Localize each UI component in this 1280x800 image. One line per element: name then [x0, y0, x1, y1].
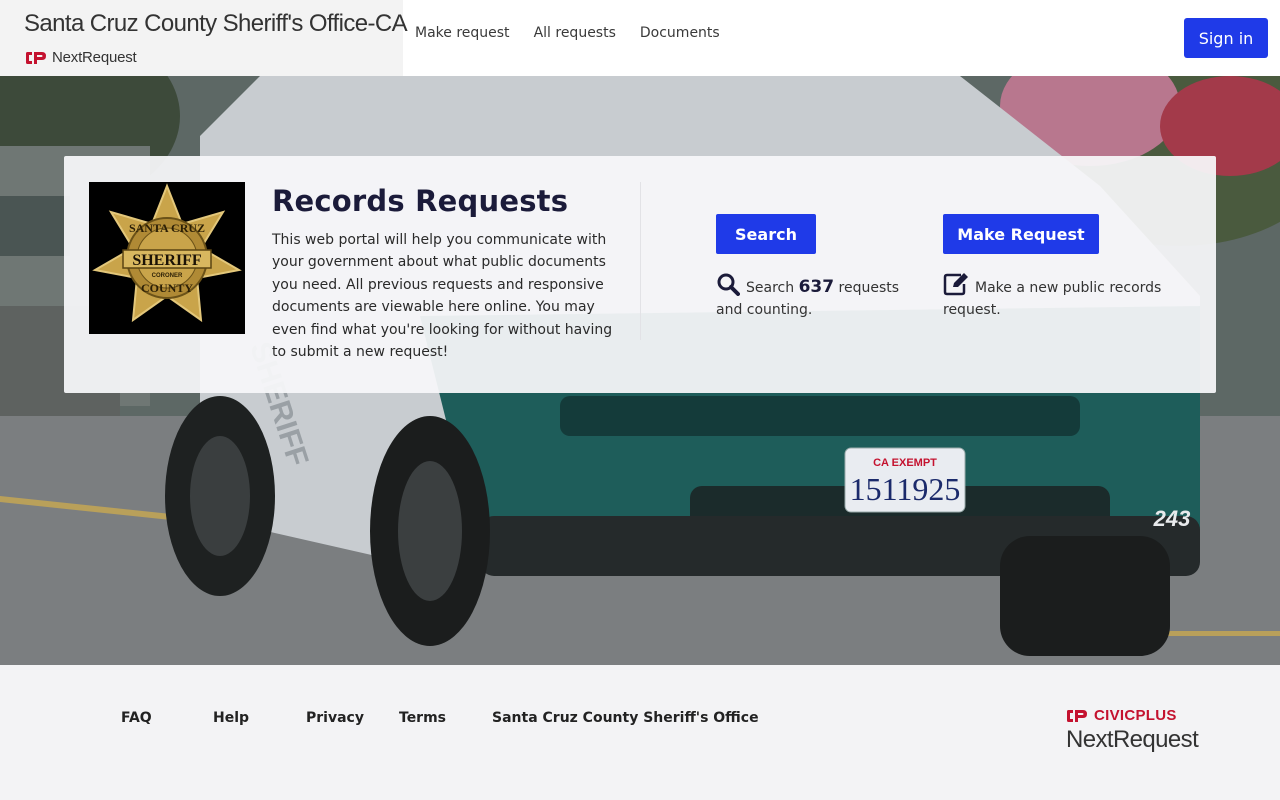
footer-link-privacy[interactable]: Privacy: [306, 710, 364, 726]
make-request-note-text: Make a new public records request.: [943, 280, 1162, 318]
civicplus-cp-icon: [26, 51, 46, 64]
civicplus-cp-icon: [1067, 709, 1087, 722]
page-title: Records Requests: [272, 184, 569, 218]
search-icon: [717, 273, 740, 296]
nav-make-request[interactable]: Make request: [415, 25, 510, 41]
badge-center-text: SHERIFF: [132, 252, 202, 269]
footer-link-terms[interactable]: Terms: [399, 710, 446, 726]
make-request-note: Make a new public records request.: [943, 272, 1183, 321]
make-request-button[interactable]: Make Request: [943, 214, 1099, 254]
plate-number-text: 1511925: [850, 471, 961, 507]
search-note-prefix: Search: [746, 280, 795, 296]
search-button[interactable]: Search: [716, 214, 816, 254]
edit-icon: [943, 273, 968, 296]
civicplus-nextrequest-logo[interactable]: CIVICPLUS NextRequest: [1066, 707, 1199, 754]
footer-link-help[interactable]: Help: [213, 710, 249, 726]
search-note: Search 637 requests and counting.: [716, 272, 916, 321]
site-title[interactable]: Santa Cruz County Sheriff's Office-CA: [24, 10, 408, 38]
records-requests-card: SANTA CRUZ SHERIFF CORONER COUNTY Record…: [64, 156, 1216, 393]
top-header: Santa Cruz County Sheriff's Office-CA Ne…: [0, 0, 1280, 76]
nav-all-requests[interactable]: All requests: [534, 25, 616, 41]
badge-small-text: CORONER: [152, 273, 183, 279]
logo-text: NextRequest: [52, 49, 137, 66]
nav-documents[interactable]: Documents: [640, 25, 720, 41]
portal-description: This web portal will help you communicat…: [272, 232, 613, 361]
sign-in-button[interactable]: Sign in: [1184, 18, 1268, 58]
sheriff-badge-logo: SANTA CRUZ SHERIFF CORONER COUNTY: [89, 182, 245, 334]
card-divider: [640, 182, 641, 340]
unit-number-text: 243: [1153, 506, 1191, 531]
nextrequest-logo[interactable]: NextRequest: [25, 49, 137, 66]
brand-block: Santa Cruz County Sheriff's Office-CA Ne…: [0, 0, 408, 76]
civicplus-text: CIVICPLUS: [1094, 707, 1177, 724]
sheriff-star-icon: SANTA CRUZ SHERIFF CORONER COUNTY: [89, 182, 245, 334]
footer-link-agency[interactable]: Santa Cruz County Sheriff's Office: [492, 710, 759, 726]
badge-bottom-text: COUNTY: [141, 281, 193, 295]
footer-link-faq[interactable]: FAQ: [121, 710, 152, 726]
site-footer: FAQ Help Privacy Terms Santa Cruz County…: [0, 665, 1280, 800]
nextrequest-text: NextRequest: [1066, 726, 1199, 753]
main-nav: Make request All requests Documents: [415, 25, 744, 41]
hero-banner: CA EXEMPT 1511925 243 SHERIFF SANTA CRUZ…: [0, 76, 1280, 665]
request-count: 637: [798, 277, 835, 297]
badge-top-text: SANTA CRUZ: [129, 221, 205, 235]
plate-top-text: CA EXEMPT: [873, 457, 937, 469]
